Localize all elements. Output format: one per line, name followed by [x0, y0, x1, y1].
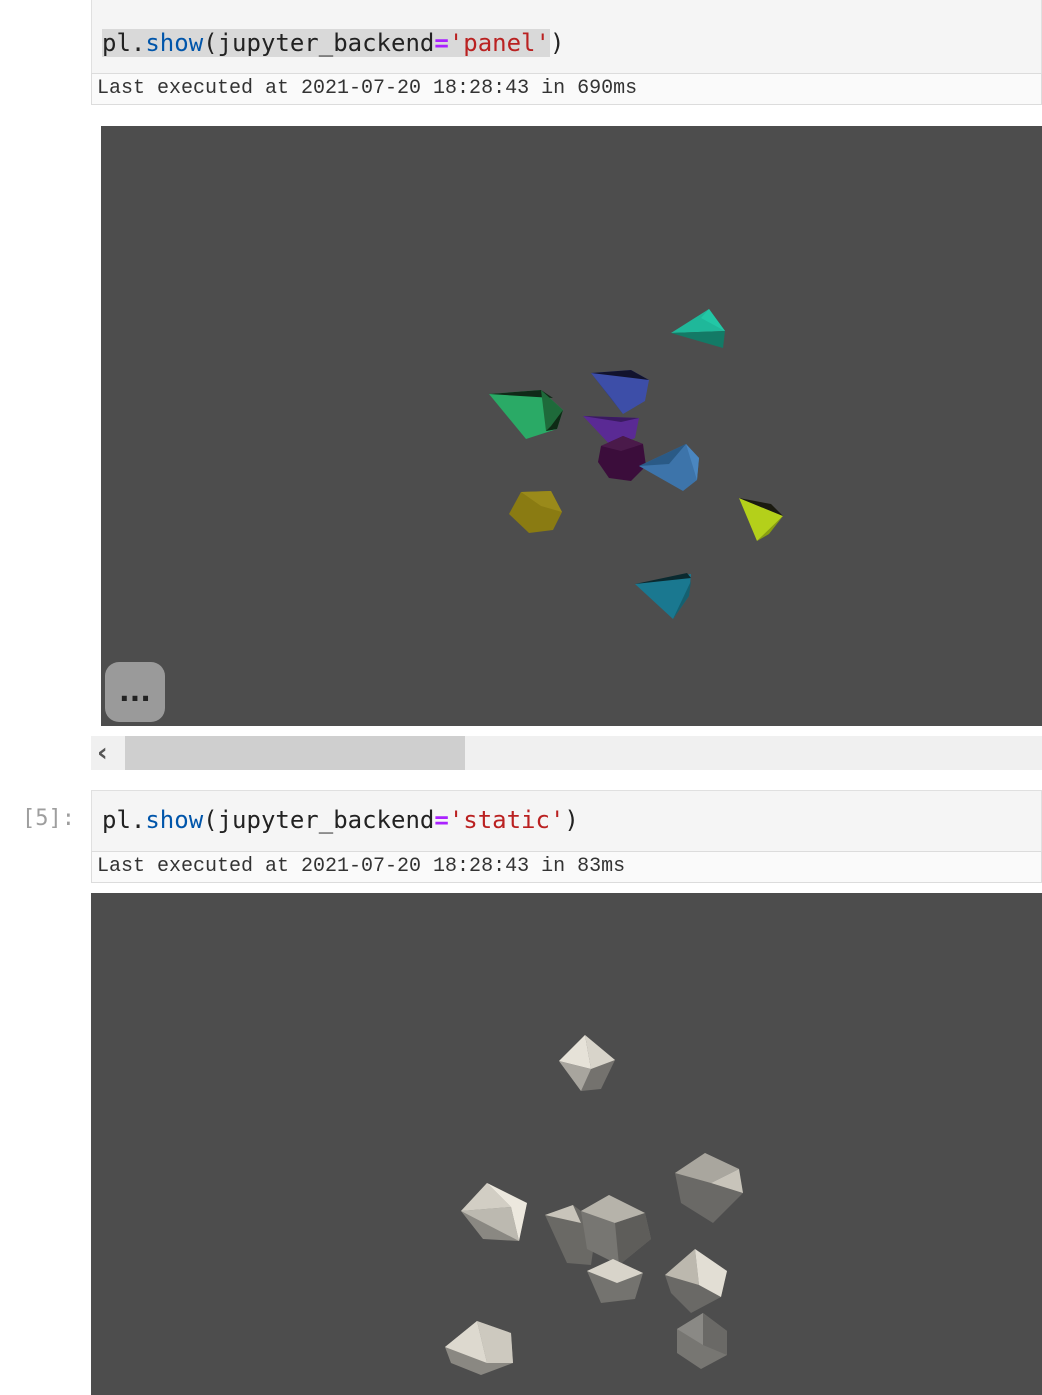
- cell-prompt: [5]:: [22, 806, 75, 831]
- dark-purple-blob: [598, 436, 646, 481]
- code-object: pl.: [102, 29, 146, 57]
- pyvista-static-image: [91, 893, 1042, 1395]
- white-pyramid-lower-right: [665, 1249, 727, 1313]
- pyvista-panel-viewer[interactable]: ...: [101, 126, 1042, 726]
- code-paren-open: (: [203, 29, 218, 57]
- cyan-pyramid: [635, 573, 691, 619]
- code-function: show: [145, 806, 204, 834]
- scrollbar-thumb[interactable]: [125, 736, 465, 770]
- green-pyramid: [489, 390, 563, 439]
- steelblue-pyramid: [639, 444, 699, 491]
- execution-time: Last executed at 2021-07-20 18:28:43 in …: [91, 851, 1042, 883]
- code-line: pl.show(jupyter_backend='static'): [102, 804, 579, 836]
- code-paren-close: ): [564, 806, 579, 834]
- olive-blob: [509, 491, 562, 533]
- code-cell-input-1[interactable]: pl.show(jupyter_backend='panel'): [91, 0, 1042, 74]
- lime-pyramid: [739, 498, 783, 541]
- white-pyramid-lower-center: [587, 1259, 643, 1303]
- viewer-menu-button[interactable]: ...: [105, 662, 165, 722]
- code-paren-open: (: [203, 806, 218, 834]
- white-pyramid-bottom-left: [445, 1321, 513, 1375]
- gray-pyramid-bottom-right: [677, 1313, 727, 1369]
- code-operator: =: [434, 806, 449, 834]
- teal-pyramid: [671, 309, 725, 348]
- execution-time: Last executed at 2021-07-20 18:28:43 in …: [91, 73, 1042, 105]
- white-pyramid-left: [461, 1183, 527, 1241]
- horizontal-scrollbar[interactable]: ‹: [91, 736, 1042, 770]
- gray-pyramid-right: [675, 1153, 743, 1223]
- code-operator: =: [434, 29, 449, 57]
- code-string: 'panel': [448, 29, 550, 57]
- white-pyramid-top: [559, 1035, 615, 1091]
- code-string: 'static': [448, 806, 565, 834]
- code-line: pl.show(jupyter_backend='panel'): [102, 27, 564, 59]
- scroll-left-icon[interactable]: ‹: [97, 736, 125, 770]
- code-param: jupyter_backend: [217, 806, 435, 834]
- code-paren-close: ): [549, 29, 565, 57]
- navy-pyramid: [591, 370, 649, 414]
- code-function: show: [145, 29, 204, 57]
- code-object: pl.: [102, 806, 146, 834]
- code-cell-input-2[interactable]: pl.show(jupyter_backend='static'): [91, 790, 1042, 852]
- code-param: jupyter_backend: [217, 29, 435, 57]
